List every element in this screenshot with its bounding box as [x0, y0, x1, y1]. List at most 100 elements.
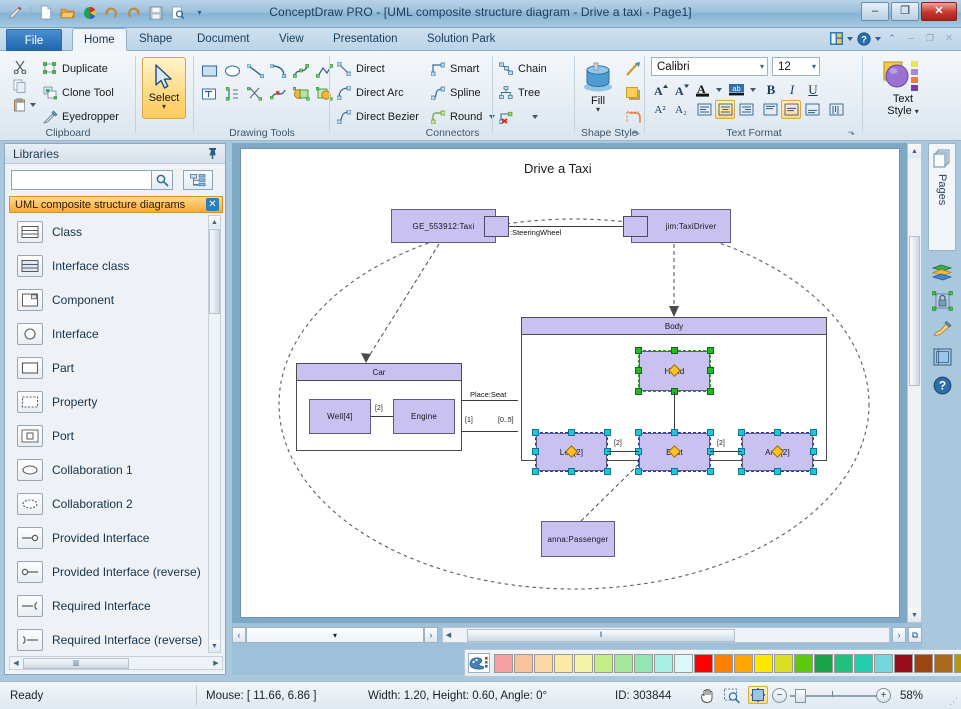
align-center-button[interactable] [715, 100, 735, 119]
direct-connector-button[interactable]: Direct [336, 59, 419, 79]
library-vertical-scrollbar[interactable]: ▲ ▼ [208, 215, 221, 653]
library-item-required-interface-reverse[interactable]: Required Interface (reverse) [9, 623, 223, 653]
tab-presentation[interactable]: Presentation [322, 28, 409, 51]
page-tab-selector[interactable]: ▾ [246, 627, 424, 643]
drawing-surface[interactable]: Drive a Taxi GE_553912:Taxi jim:TaxiDriv… [232, 143, 907, 623]
library-hscroll-thumb[interactable]: ▥ [23, 658, 129, 669]
tree-connector-button[interactable]: Tree [498, 83, 547, 103]
smooth-tool-icon[interactable] [268, 84, 288, 104]
hand-tool-icon[interactable] [697, 687, 717, 705]
ellipse-tool-icon[interactable] [222, 61, 242, 81]
round-connector-button[interactable]: Round [430, 107, 495, 127]
library-horizontal-scrollbar[interactable]: ◀ ▥ ▶ [9, 656, 223, 670]
help-caret-icon[interactable] [875, 37, 881, 41]
resize-handle[interactable] [635, 347, 642, 354]
maximize-button[interactable]: ❐ [891, 2, 919, 21]
color-swatch[interactable] [514, 654, 533, 673]
close-button[interactable]: ✕ [921, 2, 957, 21]
resize-handle[interactable] [810, 468, 817, 475]
color-swatch[interactable] [494, 654, 513, 673]
connection-point-icon[interactable] [222, 84, 242, 104]
resize-handle[interactable] [604, 429, 611, 436]
resize-handle[interactable] [532, 429, 539, 436]
color-swatch[interactable] [774, 654, 793, 673]
text-style-caret-icon[interactable]: ▾ [915, 107, 919, 116]
color-swatch[interactable] [654, 654, 673, 673]
smart-connector-button[interactable]: Smart [430, 59, 495, 79]
zoom-select-icon[interactable] [722, 687, 742, 705]
text-style-button[interactable]: Text Style ▾ [875, 57, 931, 129]
font-name-combo[interactable]: Calibri ▾ [651, 57, 768, 76]
node-passenger[interactable]: anna:Passenger [541, 521, 615, 557]
chevron-down-icon[interactable]: ▾ [333, 631, 337, 640]
shrink-font-button[interactable]: A [671, 80, 691, 99]
resize-handle[interactable] [707, 347, 714, 354]
close-icon[interactable]: ✕ [206, 198, 219, 211]
canvas-vscroll-thumb[interactable] [909, 236, 920, 386]
color-swatch[interactable] [814, 654, 833, 673]
library-item-port[interactable]: Port [9, 419, 223, 453]
library-item-collaboration-1[interactable]: Collaboration 1 [9, 453, 223, 487]
library-item-provided-interface[interactable]: Provided Interface [9, 521, 223, 555]
zoom-slider-thumb[interactable] [795, 689, 806, 703]
fit-page-button[interactable]: ⧉ [908, 627, 922, 643]
superscript-button[interactable]: A² [650, 100, 670, 119]
pages-rail-tab[interactable]: Pages [928, 143, 956, 251]
color-swatch[interactable] [674, 654, 693, 673]
color-swatch[interactable] [614, 654, 633, 673]
resize-handle[interactable] [635, 367, 642, 374]
resize-handle[interactable] [568, 429, 575, 436]
fill-caret-icon[interactable]: ▾ [596, 107, 600, 112]
italic-button[interactable]: I [782, 80, 802, 99]
part-well[interactable]: Well[4] [309, 399, 371, 434]
chain-connector-button[interactable]: Chain [498, 59, 547, 79]
resize-handle[interactable] [707, 468, 714, 475]
resize-handle[interactable] [532, 448, 539, 455]
bold-button[interactable]: B [761, 80, 781, 99]
select-tool-button[interactable]: Select ▾ [142, 57, 186, 119]
doc-minimize-icon[interactable]: – [903, 30, 919, 47]
fill-button[interactable]: Fill ▾ [577, 57, 619, 119]
pin-icon[interactable] [207, 147, 218, 163]
font-color-caret-icon[interactable] [716, 88, 722, 92]
color-swatch[interactable] [794, 654, 813, 673]
trim-tool-icon[interactable] [245, 84, 265, 104]
color-swatch[interactable] [574, 654, 593, 673]
connector-well-engine[interactable] [371, 416, 393, 417]
color-swatch[interactable] [874, 654, 893, 673]
arc-tool-icon[interactable] [268, 61, 288, 81]
library-item-component[interactable]: Component [9, 283, 223, 317]
duplicate-button[interactable]: Duplicate [42, 59, 119, 79]
font-size-combo[interactable]: 12 ▾ [772, 57, 820, 76]
clone-tool-button[interactable]: Clone Tool [42, 83, 119, 103]
library-item-required-interface[interactable]: Required Interface [9, 589, 223, 623]
canvas-scroll-right-button[interactable]: › [892, 627, 906, 643]
library-tab-uml-composite-structure[interactable]: UML composite structure diagrams ✕ [9, 196, 223, 213]
tab-shape[interactable]: Shape [128, 28, 183, 51]
panels-caret-icon[interactable] [847, 37, 853, 41]
library-item-provided-interface-reverse[interactable]: Provided Interface (reverse) [9, 555, 223, 589]
select-caret-icon[interactable]: ▾ [162, 104, 166, 109]
color-swatch[interactable] [634, 654, 653, 673]
canvas-vertical-scrollbar[interactable]: ▲ ▼ [907, 143, 922, 623]
collapse-ribbon-icon[interactable]: ⌃ [884, 30, 900, 47]
panels-icon[interactable] [828, 30, 844, 47]
corner-style-icon[interactable] [623, 107, 643, 127]
resize-handle[interactable] [810, 448, 817, 455]
page-next-button[interactable]: › [424, 627, 438, 643]
page-prev-button[interactable]: ‹ [232, 627, 246, 643]
tab-file[interactable]: File [6, 29, 62, 51]
resize-handle[interactable] [635, 468, 642, 475]
connector-leg-bust[interactable] [607, 451, 639, 452]
library-item-property[interactable]: Property [9, 385, 223, 419]
library-item-interface-class[interactable]: Interface class [9, 249, 223, 283]
help-rail-icon[interactable]: ? [930, 373, 954, 397]
resize-handle[interactable] [707, 429, 714, 436]
tab-solution-park[interactable]: Solution Park [416, 28, 506, 51]
grow-font-button[interactable]: A [650, 80, 670, 99]
help-icon[interactable]: ? [856, 30, 872, 47]
font-color-button[interactable]: A [692, 80, 712, 99]
layers-rail-icon[interactable] [930, 345, 954, 369]
line-style-icon[interactable] [623, 59, 643, 79]
zoom-out-button[interactable]: − [772, 688, 787, 703]
